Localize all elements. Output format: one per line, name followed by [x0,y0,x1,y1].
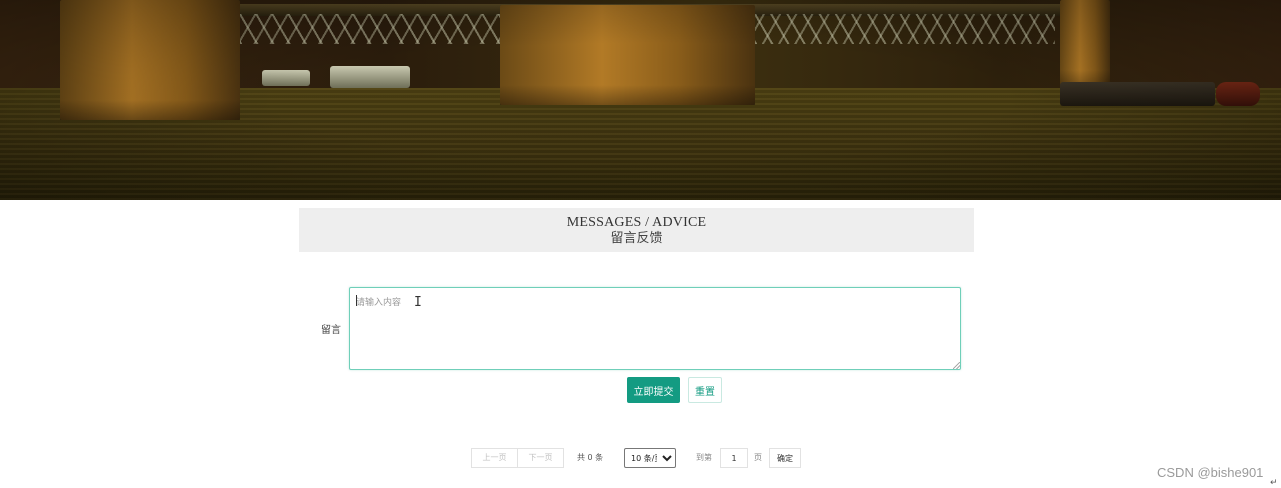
section-title-box: MESSAGES / ADVICE 留言反馈 [299,208,974,252]
total-count: 共 0 条 [577,453,604,462]
submit-button[interactable]: 立即提交 [627,377,680,403]
mouse-ibeam-cursor-icon: I [414,295,422,310]
return-arrow-icon: ↵ [1270,478,1278,488]
page-size-select[interactable]: 10 条/页 [624,448,676,468]
resize-handle-icon[interactable] [953,362,960,369]
next-page-button[interactable]: 下一页 [517,448,564,468]
banner-vignette [0,0,1281,200]
prev-page-button[interactable]: 上一页 [471,448,518,468]
message-label: 留言 [321,325,341,336]
reset-button[interactable]: 重置 [688,377,722,403]
page-suffix: 页 [754,453,762,462]
section-title-zh: 留言反馈 [610,231,663,246]
section-title-en: MESSAGES / ADVICE [566,215,707,230]
page-number-input[interactable] [720,448,748,468]
banner-image [0,0,1281,200]
message-textarea[interactable] [349,287,961,370]
text-caret [356,295,357,306]
goto-label: 到第 [696,453,712,462]
watermark: CSDN @bishe901 [1157,465,1264,480]
goto-confirm-button[interactable]: 确定 [769,448,801,468]
